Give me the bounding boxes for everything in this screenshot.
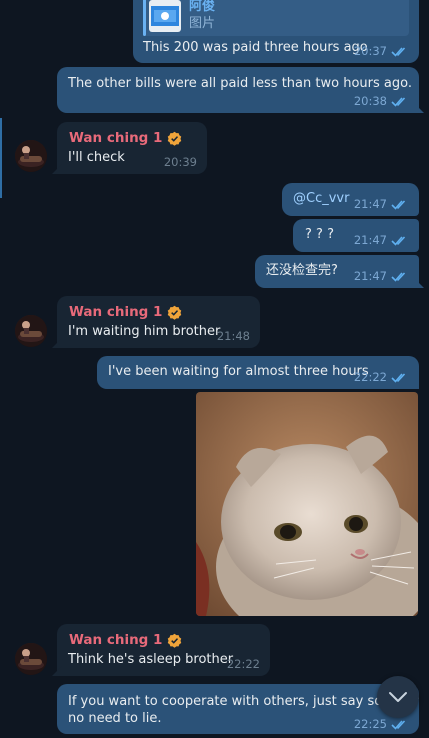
message-meta: 22:25 bbox=[354, 717, 409, 731]
message-meta: 22:22 bbox=[354, 370, 409, 384]
double-check-icon bbox=[391, 372, 406, 383]
bubble-tail bbox=[52, 666, 62, 676]
message-outgoing[interactable]: I've been waiting for almost three hours… bbox=[97, 356, 419, 389]
avatar[interactable] bbox=[15, 643, 47, 675]
message-text: 还没检查完? bbox=[266, 263, 338, 278]
message-time: 22:22 bbox=[226, 657, 260, 671]
message-time: 22:22 bbox=[353, 370, 387, 384]
reply-thumbnail bbox=[149, 0, 181, 32]
message-incoming[interactable]: Wan ching 1 I'm waiting him brother 21:4… bbox=[52, 296, 260, 348]
bubble-tail bbox=[414, 103, 424, 113]
double-check-icon bbox=[391, 271, 406, 282]
message-text: This 200 was paid three hours ago bbox=[143, 40, 368, 55]
avatar[interactable] bbox=[15, 315, 47, 347]
mention-link[interactable]: @Cc_vvr bbox=[293, 191, 349, 207]
sender-name[interactable]: Wan ching 1 bbox=[69, 632, 182, 648]
double-check-icon bbox=[391, 235, 406, 246]
double-check-icon bbox=[391, 719, 406, 730]
chevron-down-icon bbox=[389, 692, 407, 702]
message-meta: 21:47 bbox=[354, 197, 409, 211]
cat-photo bbox=[196, 392, 418, 616]
message-meta: 22:22 bbox=[227, 657, 260, 671]
double-check-icon bbox=[391, 96, 406, 107]
message-time: 21:47 bbox=[353, 269, 387, 283]
avatar[interactable] bbox=[15, 140, 47, 172]
verified-badge-icon bbox=[168, 131, 182, 146]
message-meta: 21:47 bbox=[354, 269, 409, 283]
message-text: ? ? ? bbox=[305, 227, 334, 242]
verified-badge-icon bbox=[168, 305, 182, 320]
scroll-to-bottom-button[interactable] bbox=[377, 676, 419, 718]
message-time: 21:47 bbox=[353, 233, 387, 247]
message-text: The other bills were all paid less than … bbox=[68, 76, 412, 91]
sender-label: Wan ching 1 bbox=[69, 304, 163, 320]
bubble-tail bbox=[52, 164, 62, 174]
chat-history[interactable]: 阿俊 图片 This 200 was paid three hours ago … bbox=[0, 0, 429, 738]
message-text: I've been waiting for almost three hours bbox=[108, 364, 369, 379]
sender-label: Wan ching 1 bbox=[69, 130, 163, 146]
message-outgoing[interactable]: The other bills were all paid less than … bbox=[57, 67, 424, 113]
message-meta: 20:38 bbox=[354, 94, 409, 108]
message-meta: 21:47 bbox=[354, 233, 409, 247]
double-check-icon bbox=[391, 199, 406, 210]
reply-accent-bar bbox=[143, 0, 146, 36]
message-time: 20:38 bbox=[353, 94, 387, 108]
sender-name[interactable]: Wan ching 1 bbox=[69, 304, 182, 320]
reply-preview[interactable]: 阿俊 图片 bbox=[143, 0, 409, 36]
message-outgoing[interactable]: @Cc_vvr 21:47 bbox=[282, 183, 419, 216]
message-text-line1: If you want to cooperate with others, ju… bbox=[68, 694, 419, 709]
message-text: Think he's asleep brother bbox=[68, 652, 234, 667]
reply-subtitle: 图片 bbox=[189, 16, 216, 31]
message-outgoing[interactable]: If you want to cooperate with others, ju… bbox=[57, 684, 419, 734]
double-check-icon bbox=[391, 46, 406, 57]
message-text: I'll check bbox=[68, 150, 125, 165]
message-text-line2: no need to lie. bbox=[68, 711, 162, 726]
reply-title: 阿俊 bbox=[189, 0, 216, 14]
message-time: 21:47 bbox=[353, 197, 387, 211]
message-outgoing[interactable]: 还没检查完? 21:47 bbox=[255, 255, 424, 288]
sender-label: Wan ching 1 bbox=[69, 632, 163, 648]
photo-message[interactable] bbox=[196, 392, 418, 616]
message-incoming[interactable]: Wan ching 1 Think he's asleep brother 22… bbox=[52, 624, 270, 676]
message-meta: 21:48 bbox=[217, 329, 250, 343]
bubble-tail bbox=[414, 278, 424, 288]
message-meta: 20:39 bbox=[164, 155, 197, 169]
message-time: 20:37 bbox=[353, 44, 387, 58]
message-incoming[interactable]: Wan ching 1 I'll check 20:39 bbox=[52, 122, 207, 174]
bubble-tail bbox=[52, 338, 62, 348]
sender-name[interactable]: Wan ching 1 bbox=[69, 130, 182, 146]
message-time: 21:48 bbox=[216, 329, 250, 343]
message-meta: 20:37 bbox=[354, 44, 409, 58]
message-time: 22:25 bbox=[353, 717, 387, 731]
verified-badge-icon bbox=[168, 633, 182, 648]
message-time: 20:39 bbox=[163, 155, 197, 169]
selection-marker bbox=[0, 118, 2, 198]
message-outgoing[interactable]: 阿俊 图片 This 200 was paid three hours ago … bbox=[133, 0, 419, 63]
message-text: I'm waiting him brother bbox=[68, 324, 221, 339]
message-outgoing[interactable]: ? ? ? 21:47 bbox=[293, 219, 419, 252]
